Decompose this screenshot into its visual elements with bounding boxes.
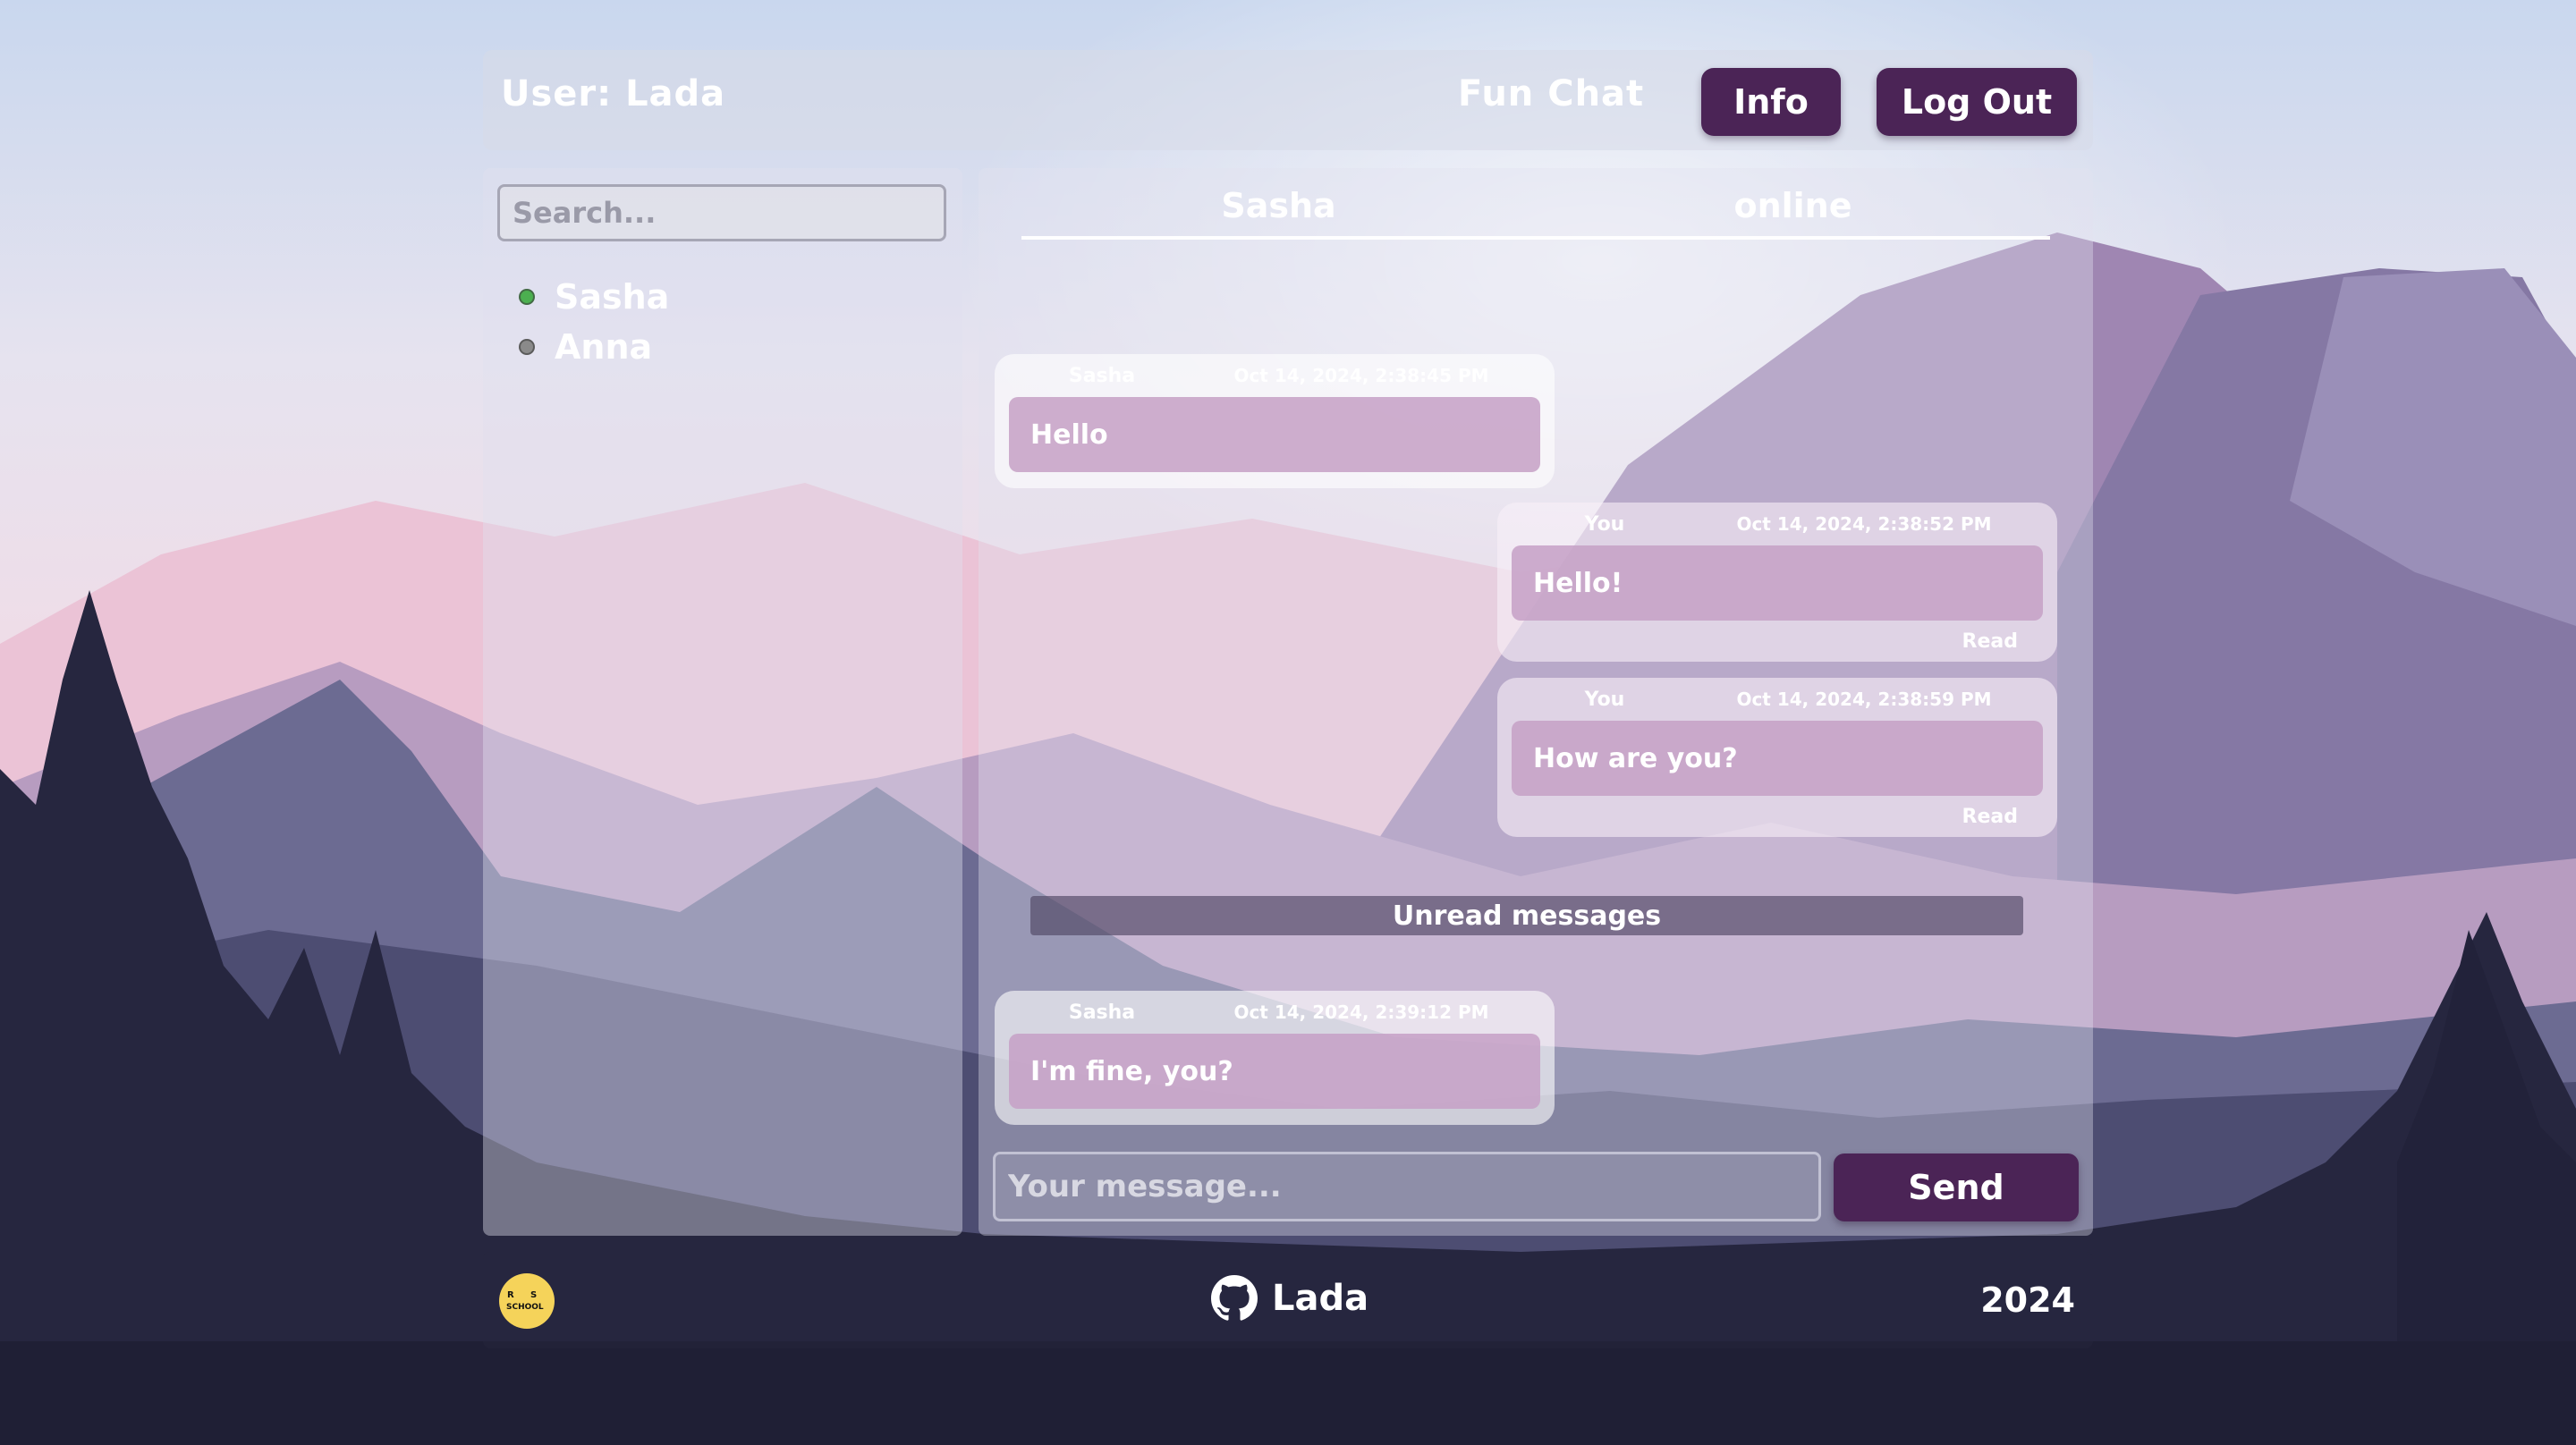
- github-username: Lada: [1272, 1278, 1369, 1319]
- chat-header: Sasha online: [1021, 186, 2050, 240]
- online-status-icon: [519, 289, 535, 305]
- github-icon: [1211, 1275, 1258, 1321]
- message-input[interactable]: [993, 1152, 1821, 1221]
- message-card[interactable]: Sasha Oct 14, 2024, 2:39:12 PM I'm fine,…: [995, 991, 1555, 1125]
- search-input[interactable]: [497, 184, 946, 241]
- message-read-status: Read: [1962, 630, 2018, 653]
- current-user-label: User: Lada: [501, 73, 726, 114]
- footer-bar: R S SCHOOL Lada 2024: [483, 1252, 2093, 1348]
- message-author: Sasha: [1068, 1001, 1136, 1024]
- message-author: You: [1584, 689, 1625, 711]
- message-card[interactable]: Sasha Oct 14, 2024, 2:38:45 PM Hello: [995, 354, 1555, 488]
- message-composer: Send: [993, 1152, 2079, 1223]
- app-root: User: Lada Fun Chat Info Log Out Sasha A…: [0, 0, 2576, 1445]
- contact-item-sasha[interactable]: Sasha: [519, 272, 669, 322]
- chat-peer-status: online: [1733, 186, 1852, 225]
- message-author: Sasha: [1068, 365, 1136, 387]
- message-date: Oct 14, 2024, 2:38:45 PM: [1233, 365, 1489, 386]
- svg-text:SCHOOL: SCHOOL: [506, 1303, 544, 1312]
- contact-name: Anna: [555, 327, 653, 367]
- rs-school-logo-icon[interactable]: R S SCHOOL: [499, 1273, 555, 1329]
- github-link[interactable]: Lada: [1211, 1275, 1368, 1322]
- message-text: I'm fine, you?: [1009, 1034, 1540, 1109]
- message-card[interactable]: You Oct 14, 2024, 2:38:52 PM Hello! Read: [1497, 503, 2057, 662]
- message-text: Hello!: [1512, 545, 2043, 621]
- message-card[interactable]: You Oct 14, 2024, 2:38:59 PM How are you…: [1497, 678, 2057, 837]
- svg-text:S: S: [530, 1290, 537, 1300]
- send-button[interactable]: Send: [1834, 1153, 2079, 1221]
- message-meta: Sasha Oct 14, 2024, 2:38:45 PM: [995, 365, 1555, 392]
- message-text: Hello: [1009, 397, 1540, 472]
- message-text: How are you?: [1512, 721, 2043, 796]
- message-author: You: [1584, 513, 1625, 536]
- info-button[interactable]: Info: [1701, 68, 1841, 136]
- offline-status-icon: [519, 339, 535, 355]
- svg-text:R: R: [507, 1290, 514, 1300]
- contact-name: Sasha: [555, 277, 670, 317]
- app-title: Fun Chat: [1458, 73, 1645, 114]
- contacts-sidebar: Sasha Anna: [483, 168, 962, 1236]
- logout-button[interactable]: Log Out: [1877, 68, 2077, 136]
- header-bar: User: Lada Fun Chat Info Log Out: [483, 50, 2093, 150]
- chat-panel: Sasha online Sasha Oct 14, 2024, 2:38:45…: [979, 168, 2093, 1236]
- message-meta: You Oct 14, 2024, 2:38:59 PM: [1497, 689, 2057, 715]
- unread-messages-divider: Unread messages: [1030, 896, 2023, 935]
- contact-list: Sasha Anna: [519, 272, 669, 372]
- message-date: Oct 14, 2024, 2:38:59 PM: [1736, 689, 1992, 710]
- message-date: Oct 14, 2024, 2:38:52 PM: [1736, 513, 1992, 535]
- message-date: Oct 14, 2024, 2:39:12 PM: [1233, 1001, 1489, 1023]
- chat-peer-name: Sasha: [1221, 186, 1336, 225]
- message-meta: Sasha Oct 14, 2024, 2:39:12 PM: [995, 1001, 1555, 1028]
- contact-item-anna[interactable]: Anna: [519, 322, 669, 372]
- message-read-status: Read: [1962, 806, 2018, 828]
- message-meta: You Oct 14, 2024, 2:38:52 PM: [1497, 513, 2057, 540]
- footer-year: 2024: [1980, 1280, 2075, 1320]
